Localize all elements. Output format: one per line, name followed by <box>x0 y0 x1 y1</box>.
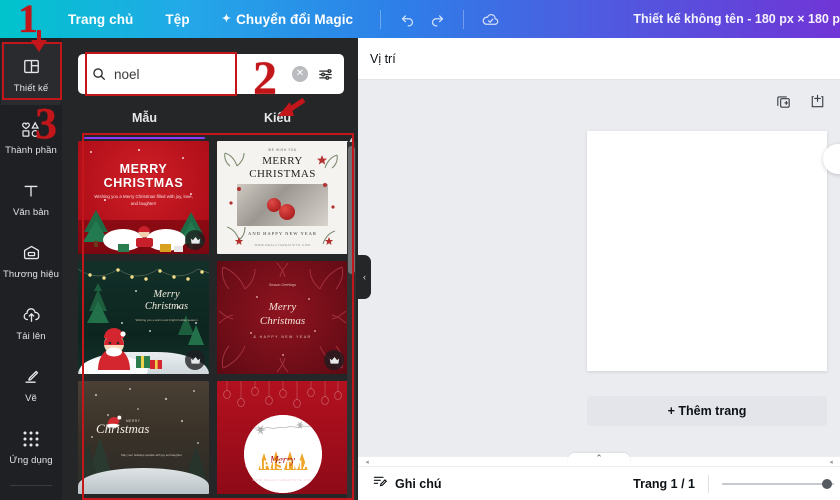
template-title-secondary: CHRISTMAS <box>245 458 320 472</box>
menu-magic-switch-label: Chuyển đổi Magic <box>236 11 354 27</box>
brand-icon <box>21 241 42 265</box>
design-title: Thiết kế không tên - 180 px × 180 p <box>633 0 840 38</box>
template-card[interactable]: WE WISH YOU MERRY CHRISTMAS AND HAPPY NE… <box>217 141 348 254</box>
editor-toolbar: Vị trí <box>358 38 840 80</box>
template-grid: MERRY CHRISTMAS Wishing you a Merry Chri… <box>78 141 348 500</box>
sidebar-item-elements[interactable]: Thành phần <box>1 105 61 167</box>
search-bar[interactable]: ✕ <box>78 54 344 94</box>
panel-tabs: Mẫu Kiểu <box>78 102 344 139</box>
template-card[interactable]: Merry Christmas Wishing you a warm and b… <box>78 261 209 374</box>
template-card[interactable]: MERRY CHRISTMAS Wishing you a Merry Chri… <box>78 141 209 254</box>
clear-icon[interactable]: ✕ <box>292 66 308 82</box>
sidebar-item-apps[interactable]: Ứng dụng <box>1 415 61 477</box>
panel-scrollbar[interactable]: ▲ ▼ <box>347 137 356 500</box>
grid-apps-icon <box>22 427 40 451</box>
left-rail: Thiết kế Thành phần Văn bản Thương hiệu … <box>0 38 62 500</box>
sidebar-item-design[interactable]: Thiết kế <box>1 43 61 105</box>
template-eyebrow: Season Greetings <box>268 283 297 287</box>
top-actions <box>392 6 505 32</box>
template-card[interactable]: Season Greetings Merry Christmas & HAPPY… <box>217 261 348 374</box>
search-icon <box>86 66 112 82</box>
layout-icon <box>22 55 41 79</box>
menu-file[interactable]: Tệp <box>149 6 205 33</box>
collapse-panel-button[interactable]: ‹ <box>358 255 371 299</box>
shapes-icon <box>20 117 42 141</box>
santa-hat-icon <box>106 415 122 428</box>
collapse-chevron-icon: ‹ <box>363 272 366 282</box>
template-thumbnail: MERRY Christmas May your holidays sparkl… <box>78 381 209 494</box>
notes-button[interactable]: Ghi chú <box>372 473 442 494</box>
tab-styles-label: Kiểu <box>263 111 292 125</box>
duplicate-page-icon[interactable] <box>772 90 794 112</box>
sidebar-item-apps-label: Ứng dụng <box>9 454 53 466</box>
bottom-right-controls: Trang 1 / 1 <box>633 474 840 493</box>
menu-magic-switch[interactable]: ✦ Chuyển đổi Magic <box>206 6 369 33</box>
add-page-icon[interactable] <box>806 90 828 112</box>
template-title: Merry Christmas <box>144 289 189 312</box>
template-panel: ✕ Mẫu Kiểu <box>62 38 358 500</box>
design-canvas[interactable] <box>587 131 827 371</box>
upload-cloud-icon <box>21 303 42 327</box>
sidebar-item-draw-label: Vẽ <box>25 392 37 404</box>
bottom-divider <box>708 474 709 493</box>
top-divider-2 <box>463 9 465 29</box>
sidebar-item-brand[interactable]: Thương hiệu <box>1 229 61 291</box>
tab-templates[interactable]: Mẫu <box>78 102 211 139</box>
sidebar-item-brand-label: Thương hiệu <box>3 268 59 280</box>
tab-templates-label: Mẫu <box>132 111 157 125</box>
page-indicator: Trang 1 / 1 <box>633 476 695 491</box>
template-title: Merry Christmas <box>259 301 306 327</box>
redo-icon[interactable] <box>422 6 452 32</box>
scroll-up-icon[interactable]: ▲ <box>347 136 356 145</box>
design-title-text: Thiết kế không tên - 180 px × 180 p <box>633 12 840 26</box>
clear-glyph: ✕ <box>295 68 305 79</box>
text-icon <box>21 179 41 203</box>
search-input[interactable] <box>112 66 292 82</box>
expand-panel-handle[interactable]: ⌃ <box>568 453 630 466</box>
top-menu: Trang chủ Tệp ✦ Chuyển đổi Magic <box>52 6 369 33</box>
sidebar-item-uploads-label: Tải lên <box>16 330 46 342</box>
premium-crown-badge <box>185 350 205 370</box>
zoom-slider[interactable] <box>722 478 834 490</box>
editor-area: Vị trí + Thêm trang ◂ ◂ ⌃ Ghi chú Trang … <box>358 38 840 500</box>
cloud-saved-icon[interactable] <box>475 6 505 32</box>
template-caption: WWW.REALLYGREATSITE.COM <box>252 478 313 482</box>
template-thumbnail: Merry CHRISTMAS WWW.REALLYGREATSITE.COM <box>217 381 348 494</box>
tab-styles[interactable]: Kiểu <box>211 102 344 134</box>
canva-editor-window: Trang chủ Tệp ✦ Chuyển đổi Magic Thiết k… <box>0 0 840 500</box>
template-card[interactable]: Merry CHRISTMAS WWW.REALLYGREATSITE.COM <box>217 381 348 494</box>
notes-icon <box>372 473 388 494</box>
template-card[interactable]: MERRY Christmas May your holidays sparkl… <box>78 381 209 494</box>
template-thumbnail: WE WISH YOU MERRY CHRISTMAS AND HAPPY NE… <box>217 141 348 254</box>
sidebar-item-elements-label: Thành phần <box>5 144 57 156</box>
magic-sparkle-icon: ✦ <box>221 12 232 25</box>
notes-label: Ghi chú <box>395 476 442 491</box>
zoom-slider-track <box>722 482 834 485</box>
filter-sliders-icon[interactable] <box>314 66 336 83</box>
scrollbar-thumb[interactable] <box>348 146 355 274</box>
sidebar-item-text[interactable]: Văn bản <box>1 167 61 229</box>
page-tools <box>772 90 828 112</box>
pen-icon <box>21 365 42 389</box>
undo-icon[interactable] <box>392 6 422 32</box>
sidebar-item-uploads[interactable]: Tải lên <box>1 291 61 353</box>
expand-chevron-icon: ⌃ <box>595 453 603 463</box>
add-page-button[interactable]: + Thêm trang <box>587 396 827 426</box>
tab-active-underline <box>84 136 205 139</box>
premium-crown-badge <box>185 230 205 250</box>
top-bar: Trang chủ Tệp ✦ Chuyển đổi Magic Thiết k… <box>0 0 840 38</box>
sidebar-item-draw[interactable]: Vẽ <box>1 353 61 415</box>
template-title: MERRY CHRISTMAS <box>103 162 184 190</box>
template-subtitle: May your holidays sparkle with joy and l… <box>121 453 182 457</box>
editor-bottom-bar: Ghi chú Trang 1 / 1 <box>358 466 840 500</box>
sidebar-item-design-label: Thiết kế <box>13 82 49 94</box>
template-caption: & HAPPY NEW YEAR <box>253 335 312 339</box>
position-button[interactable]: Vị trí <box>358 52 408 66</box>
rail-divider <box>10 485 52 486</box>
menu-home[interactable]: Trang chủ <box>52 6 149 33</box>
top-divider-1 <box>380 9 382 29</box>
premium-crown-badge <box>324 350 344 370</box>
zoom-slider-knob[interactable] <box>822 478 832 489</box>
sidebar-item-text-label: Văn bản <box>12 206 50 218</box>
